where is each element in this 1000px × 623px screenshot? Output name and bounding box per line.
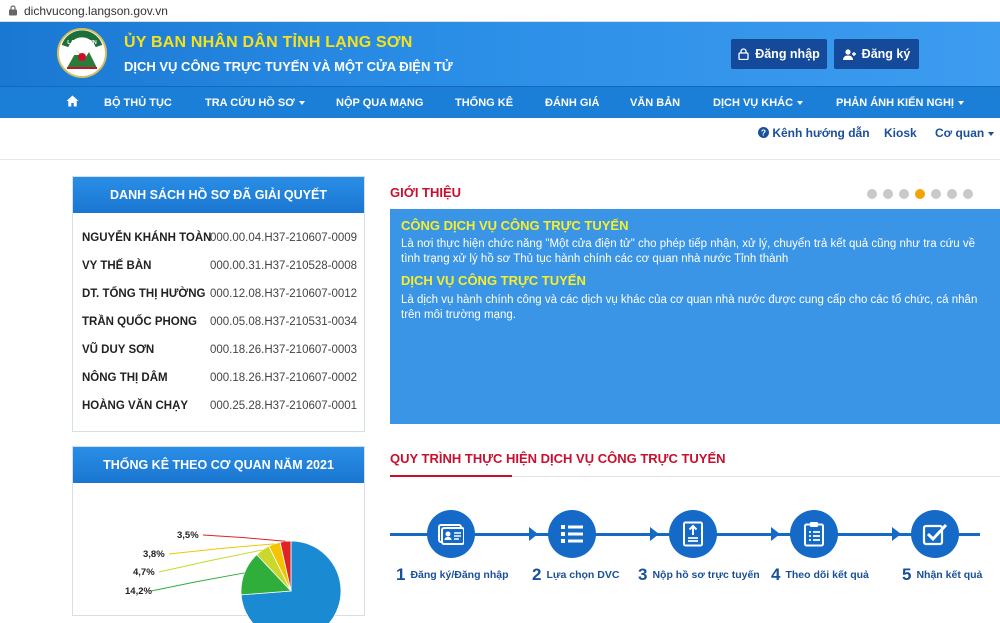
step-3-icon[interactable]: [669, 510, 717, 558]
pie-data-label: 3,5%: [177, 530, 199, 541]
help-icon: ?: [758, 127, 769, 138]
step-1-icon[interactable]: [427, 510, 475, 558]
lock-icon: [738, 48, 749, 60]
record-code: 000.12.08.H37-210607-0012: [210, 288, 358, 300]
chevron-down-icon: [797, 101, 804, 106]
divider: [512, 476, 1000, 477]
intro-slide: CÔNG DỊCH VỤ CÔNG TRỰC TUYẾN Là nơi thực…: [390, 209, 1000, 424]
checkbox-icon: [922, 523, 948, 546]
step-5-icon[interactable]: [911, 510, 959, 558]
login-label: Đăng nhập: [755, 47, 820, 61]
intro-text-1: Là nơi thực hiện chức năng "Một cửa điện…: [401, 238, 976, 265]
resolved-records-panel: DANH SÁCH HỒ SƠ ĐÃ GIẢI QUYẾT NGUYỄN KHÁ…: [72, 176, 365, 432]
register-label: Đăng ký: [861, 47, 911, 61]
carousel-dot[interactable]: [963, 189, 973, 199]
step-1-label: 1 Đăng ký/Đăng nhập: [396, 565, 509, 584]
clipboard-icon: [804, 522, 824, 547]
lock-icon: [9, 5, 17, 16]
record-name: NGUYỄN KHÁNH TOÀN: [82, 232, 212, 244]
record-code: 000.05.08.H37-210531-0034: [210, 316, 358, 328]
record-name: HOÀNG VĂN CHẠY: [82, 400, 189, 412]
record-name: TRẦN QUỐC PHONG: [82, 316, 197, 328]
nav-item-lookup[interactable]: TRA CỨU HỒ SƠ: [205, 87, 305, 119]
nav-item-feedback[interactable]: PHẢN ÁNH KIẾN NGHỊ: [836, 87, 964, 119]
login-button[interactable]: Đăng nhập: [731, 39, 827, 69]
arrow-right-icon: [892, 527, 901, 541]
step-2-icon[interactable]: [548, 510, 596, 558]
svg-text:?: ?: [761, 128, 766, 138]
record-code: 000.18.26.H37-210607-0002: [210, 372, 358, 384]
nav-item-evaluation[interactable]: ĐÁNH GIÁ: [545, 87, 599, 119]
agency-dropdown[interactable]: Cơ quan: [935, 126, 995, 140]
record-name: VY THẾ BÀN: [82, 260, 152, 272]
logo-text: LẠNG SƠN: [67, 40, 96, 46]
browser-url-bar[interactable]: dichvucong.langson.gov.vn: [0, 0, 1000, 22]
chevron-down-icon: [298, 101, 305, 106]
carousel-dots: [867, 189, 973, 199]
resolved-records-title: DANH SÁCH HỒ SƠ ĐÃ GIẢI QUYẾT: [73, 177, 364, 213]
upload-document-icon: [683, 521, 703, 547]
carousel-dot[interactable]: [915, 189, 925, 199]
carousel-dot[interactable]: [867, 189, 877, 199]
title-underline: [390, 475, 512, 477]
record-code: 000.25.28.H37-210607-0001: [210, 400, 358, 412]
list-icon: [561, 525, 583, 543]
record-code: 000.00.31.H37-210528-0008: [210, 260, 358, 272]
carousel-dot[interactable]: [899, 189, 909, 199]
arrow-right-icon: [771, 527, 780, 541]
carousel-dot[interactable]: [931, 189, 941, 199]
logo-emblem-icon: LẠNG SƠN: [60, 30, 104, 75]
chevron-down-icon: [988, 131, 995, 136]
intro-heading-1: CÔNG DỊCH VỤ CÔNG TRỰC TUYẾN: [401, 218, 629, 233]
chevron-down-icon: [957, 101, 964, 106]
carousel-dot[interactable]: [947, 189, 957, 199]
pie-data-label: 14,2%: [125, 586, 152, 597]
step-4-icon[interactable]: [790, 510, 838, 558]
register-button[interactable]: Đăng ký: [834, 39, 919, 69]
main-nav: BỘ THỦ TỤC TRA CỨU HỒ SƠ NỘP QUA MẠNG TH…: [0, 86, 1000, 118]
pie-label-line: [202, 534, 286, 542]
url-text: dichvucong.langson.gov.vn: [24, 3, 168, 18]
record-name: VŨ DUY SƠN: [82, 344, 155, 356]
record-code: 000.18.26.H37-210607-0003: [210, 344, 358, 356]
arrow-right-icon: [650, 527, 659, 541]
province-logo[interactable]: LẠNG SƠN: [57, 28, 107, 78]
nav-item-submit-online[interactable]: NỘP QUA MẠNG: [336, 87, 423, 119]
guide-link[interactable]: ? Kênh hướng dẫn: [758, 126, 870, 140]
pie-label-line: [150, 572, 245, 592]
stats-title: THỐNG KÊ THEO CƠ QUAN NĂM 2021: [73, 447, 364, 483]
intro-heading-2: DỊCH VỤ CÔNG TRỰC TUYẾN: [401, 273, 586, 288]
nav-item-statistics[interactable]: THỐNG KÊ: [455, 87, 513, 119]
stats-pie-chart: 73,7%14,2%4,7%3,8%3,5%: [125, 530, 342, 623]
record-code: 000.00.04.H37-210607-0009: [210, 232, 358, 244]
nav-item-other-services[interactable]: DỊCH VỤ KHÁC: [713, 87, 804, 119]
page-subtitle: DỊCH VỤ CÔNG TRỰC TUYẾN VÀ MỘT CỬA ĐIỆN …: [124, 59, 453, 74]
pie-data-label: 4,7%: [133, 567, 155, 578]
step-3-label: 3 Nộp hồ sơ trực tuyến: [638, 565, 760, 584]
pie-data-label: 3,8%: [143, 549, 165, 560]
nav-item-procedures[interactable]: BỘ THỦ TỤC: [104, 87, 172, 119]
carousel-dot[interactable]: [883, 189, 893, 199]
step-4-label: 4 Theo dõi kết quả: [771, 565, 869, 584]
step-5-label: 5 Nhận kết quả: [902, 565, 983, 584]
kiosk-link[interactable]: Kiosk: [884, 126, 917, 140]
step-2-label: 2 Lựa chọn DVC: [532, 565, 620, 584]
intro-section-title: GIỚI THIỆU: [390, 185, 462, 200]
home-icon: [66, 95, 79, 107]
divider: [0, 159, 1000, 160]
arrow-right-icon: [529, 527, 538, 541]
nav-home[interactable]: [66, 87, 79, 119]
intro-text-2: Là dịch vụ hành chính công và các dịch v…: [401, 294, 978, 321]
id-card-icon: [438, 524, 464, 545]
record-name: NÔNG THỊ DÂM: [82, 372, 168, 384]
add-user-icon: [842, 48, 856, 60]
stats-panel: THỐNG KÊ THEO CƠ QUAN NĂM 2021 73,7%14,2…: [72, 446, 365, 623]
page-title: ỦY BAN NHÂN DÂN TỈNH LẠNG SƠN: [124, 34, 413, 51]
record-name: DT. TỐNG THỊ HƯỜNG: [82, 288, 206, 300]
nav-item-documents[interactable]: VĂN BẢN: [630, 87, 680, 119]
process-section-title: QUY TRÌNH THỰC HIỆN DỊCH VỤ CÔNG TRỰC TU…: [390, 451, 726, 466]
site-header: LẠNG SƠN ỦY BAN NHÂN DÂN TỈNH LẠNG SƠN D…: [0, 22, 1000, 86]
